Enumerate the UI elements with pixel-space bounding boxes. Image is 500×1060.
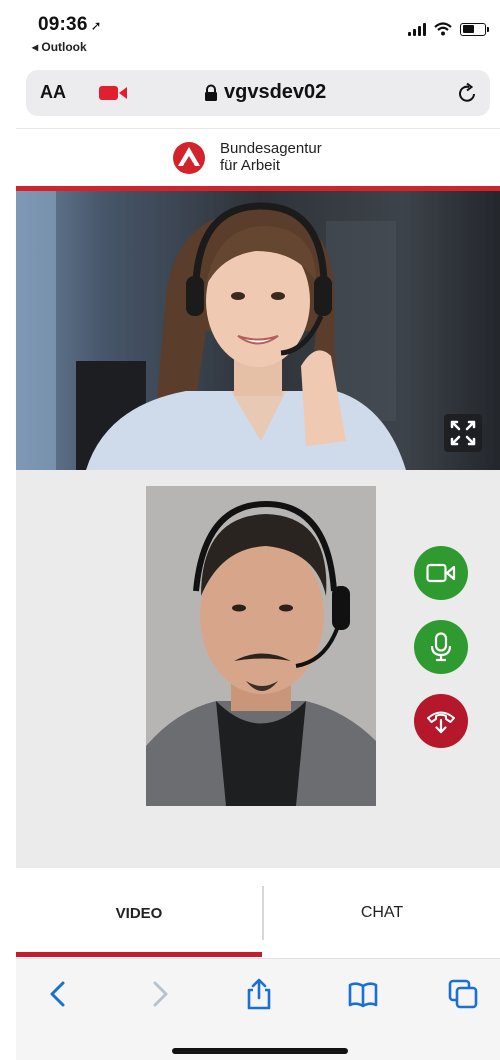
brand-line-2: für Arbeit <box>220 157 281 174</box>
local-participant-image <box>146 486 376 806</box>
active-tab-indicator <box>16 952 262 957</box>
microphone-toggle-button[interactable] <box>414 620 468 674</box>
battery-icon <box>460 22 489 36</box>
share-icon[interactable] <box>242 977 276 1011</box>
location-arrow-icon: ➚ <box>90 18 102 33</box>
hang-up-button[interactable] <box>414 694 468 748</box>
fullscreen-icon[interactable] <box>444 414 482 452</box>
camera-in-use-icon[interactable] <box>98 84 128 102</box>
camera-toggle-button[interactable] <box>414 546 468 600</box>
tab-chat-label: CHAT <box>360 904 404 921</box>
hang-up-phone-icon <box>427 711 455 734</box>
back-to-app-link[interactable]: ◂ Outlook <box>32 40 87 54</box>
bookmarks-icon[interactable] <box>346 977 380 1011</box>
cellular-signal-icon <box>408 22 426 36</box>
tab-video[interactable]: VIDEO <box>16 868 262 958</box>
tab-video-label: VIDEO <box>115 904 163 922</box>
call-area <box>16 470 500 868</box>
ba-logo-icon <box>173 142 205 174</box>
local-video-preview <box>146 486 376 806</box>
wifi-icon <box>434 22 452 36</box>
lock-icon <box>205 84 217 101</box>
tab-chat[interactable]: CHAT <box>264 868 500 958</box>
status-time: 09:36 ➚ <box>38 14 102 36</box>
back-icon[interactable] <box>42 977 76 1011</box>
brand-line-1: Bundesagentur <box>220 140 322 157</box>
browser-toolbar <box>16 958 500 1060</box>
status-icons <box>408 22 489 36</box>
time-text: 09:36 <box>38 14 88 35</box>
microphone-icon <box>430 632 452 662</box>
text-size-button[interactable]: AA <box>40 82 66 103</box>
video-camera-icon <box>426 563 456 583</box>
site-header: Bundesagentur für Arbeit <box>16 128 500 186</box>
brand-name: Bundesagentur für Arbeit <box>220 140 322 174</box>
forward-icon[interactable] <box>142 977 176 1011</box>
phone-screen: 09:36 ➚ ◂ Outlook AA vgvsdev02 Bundesage… <box>16 0 500 1060</box>
url-text[interactable]: vgvsdev02 <box>224 81 326 104</box>
remote-video-feed[interactable] <box>16 191 500 470</box>
text-size-label: AA <box>40 82 66 102</box>
home-indicator[interactable] <box>172 1048 348 1054</box>
reload-icon[interactable] <box>456 82 478 104</box>
tabs-icon[interactable] <box>446 977 480 1011</box>
address-bar[interactable]: AA vgvsdev02 <box>26 70 490 116</box>
call-tabs: VIDEO CHAT <box>16 868 500 958</box>
remote-participant-image <box>16 191 500 470</box>
status-bar: 09:36 ➚ ◂ Outlook <box>16 0 500 62</box>
